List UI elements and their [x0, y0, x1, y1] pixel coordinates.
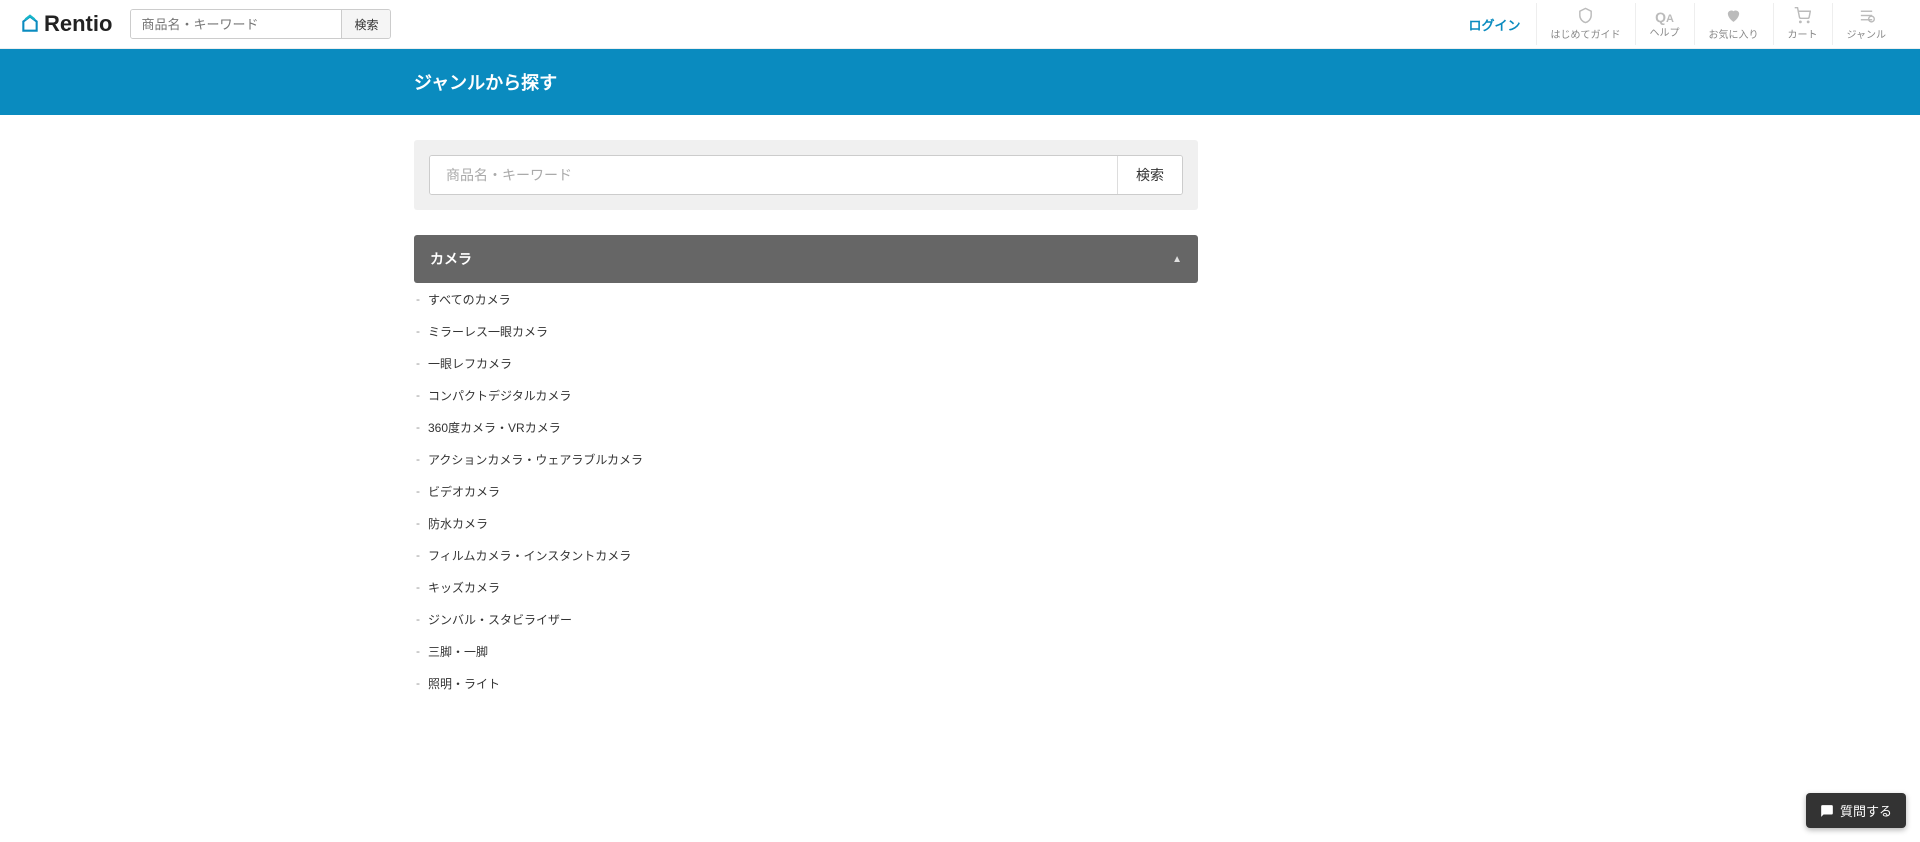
- category-list: -すべてのカメラ-ミラーレス一眼カメラ-一眼レフカメラ-コンパクトデジタルカメラ…: [414, 283, 1198, 699]
- dash-icon: -: [416, 356, 420, 370]
- page-title: ジャンルから探す: [414, 69, 1548, 95]
- main-search-input[interactable]: [430, 156, 1117, 194]
- logo-icon: [20, 14, 40, 34]
- page-title-band: ジャンルから探す: [0, 49, 1920, 115]
- dash-icon: -: [416, 452, 420, 466]
- nav-item-help[interactable]: QA ヘルプ: [1635, 3, 1694, 45]
- nav-item-favorite[interactable]: お気に入り: [1694, 3, 1773, 45]
- header-search-input[interactable]: [131, 10, 341, 38]
- category-item-label: 三脚・一脚: [428, 643, 488, 660]
- header-search: 検索: [130, 9, 391, 39]
- dash-icon: -: [416, 388, 420, 402]
- global-header: Rentio 検索 ログイン はじめてガイド QA ヘルプ お気に入り カート ジャンル: [0, 0, 1920, 49]
- category-item[interactable]: -防水カメラ: [414, 507, 1198, 539]
- genre-icon: [1858, 7, 1875, 28]
- dash-icon: -: [416, 516, 420, 530]
- dash-icon: -: [416, 292, 420, 306]
- cart-icon: [1794, 7, 1811, 28]
- category-item[interactable]: -三脚・一脚: [414, 635, 1198, 667]
- dash-icon: -: [416, 484, 420, 498]
- category-item[interactable]: -コンパクトデジタルカメラ: [414, 379, 1198, 411]
- header-search-button[interactable]: 検索: [341, 10, 390, 38]
- category-item[interactable]: -ミラーレス一眼カメラ: [414, 315, 1198, 347]
- nav-item-genre[interactable]: ジャンル: [1832, 3, 1901, 45]
- nav-label: お気に入り: [1709, 31, 1759, 41]
- category-item[interactable]: -すべてのカメラ: [414, 283, 1198, 315]
- main-content: 検索 カメラ ▲ -すべてのカメラ-ミラーレス一眼カメラ-一眼レフカメラ-コンパ…: [372, 115, 1548, 759]
- logo-text: Rentio: [44, 11, 112, 37]
- category-item[interactable]: -フィルムカメラ・インスタントカメラ: [414, 539, 1198, 571]
- nav-label: ヘルプ: [1650, 29, 1680, 39]
- dash-icon: -: [416, 324, 420, 338]
- dash-icon: -: [416, 644, 420, 658]
- header-nav: はじめてガイド QA ヘルプ お気に入り カート ジャンル: [1536, 3, 1901, 45]
- category-item-label: 照明・ライト: [428, 675, 500, 692]
- nav-label: カート: [1788, 31, 1818, 41]
- nav-label: はじめてガイド: [1551, 31, 1621, 41]
- category-item-label: アクションカメラ・ウェアラブルカメラ: [428, 451, 643, 468]
- category-item-label: すべてのカメラ: [428, 291, 511, 308]
- chat-icon: [1820, 804, 1834, 818]
- dash-icon: -: [416, 580, 420, 594]
- chevron-up-icon: ▲: [1172, 254, 1182, 265]
- nav-item-guide[interactable]: はじめてガイド: [1536, 3, 1635, 45]
- chat-button[interactable]: 質問する: [1806, 793, 1906, 828]
- category-item[interactable]: -一眼レフカメラ: [414, 347, 1198, 379]
- category-header-camera[interactable]: カメラ ▲: [414, 235, 1198, 283]
- category-item[interactable]: -360度カメラ・VRカメラ: [414, 411, 1198, 443]
- dash-icon: -: [416, 420, 420, 434]
- category-item[interactable]: -キッズカメラ: [414, 571, 1198, 603]
- category-item-label: 防水カメラ: [428, 515, 488, 532]
- login-link[interactable]: ログイン: [1468, 15, 1520, 34]
- category-item[interactable]: -ジンバル・スタビライザー: [414, 603, 1198, 635]
- guide-icon: [1577, 7, 1594, 28]
- category-item-label: コンパクトデジタルカメラ: [428, 387, 571, 404]
- nav-label: ジャンル: [1847, 31, 1887, 41]
- dash-icon: -: [416, 548, 420, 562]
- help-icon: QA: [1655, 10, 1674, 26]
- category-item-label: フィルムカメラ・インスタントカメラ: [428, 547, 631, 564]
- category-item[interactable]: -アクションカメラ・ウェアラブルカメラ: [414, 443, 1198, 475]
- category-item-label: ジンバル・スタビライザー: [428, 611, 572, 628]
- category-item-label: ビデオカメラ: [428, 483, 500, 500]
- category-item-label: ミラーレス一眼カメラ: [428, 323, 548, 340]
- category-item[interactable]: -照明・ライト: [414, 667, 1198, 699]
- main-search-button[interactable]: 検索: [1117, 156, 1182, 194]
- dash-icon: -: [416, 676, 420, 690]
- category-item-label: 一眼レフカメラ: [428, 355, 512, 372]
- favorite-icon: [1725, 7, 1742, 28]
- category-item[interactable]: -ビデオカメラ: [414, 475, 1198, 507]
- main-search: 検索: [429, 155, 1183, 195]
- category-title: カメラ: [430, 249, 472, 269]
- main-search-box: 検索: [414, 140, 1198, 210]
- dash-icon: -: [416, 612, 420, 626]
- nav-item-cart[interactable]: カート: [1773, 3, 1832, 45]
- chat-label: 質問する: [1840, 801, 1892, 820]
- category-item-label: 360度カメラ・VRカメラ: [428, 419, 561, 436]
- logo[interactable]: Rentio: [20, 11, 112, 37]
- category-item-label: キッズカメラ: [428, 579, 500, 596]
